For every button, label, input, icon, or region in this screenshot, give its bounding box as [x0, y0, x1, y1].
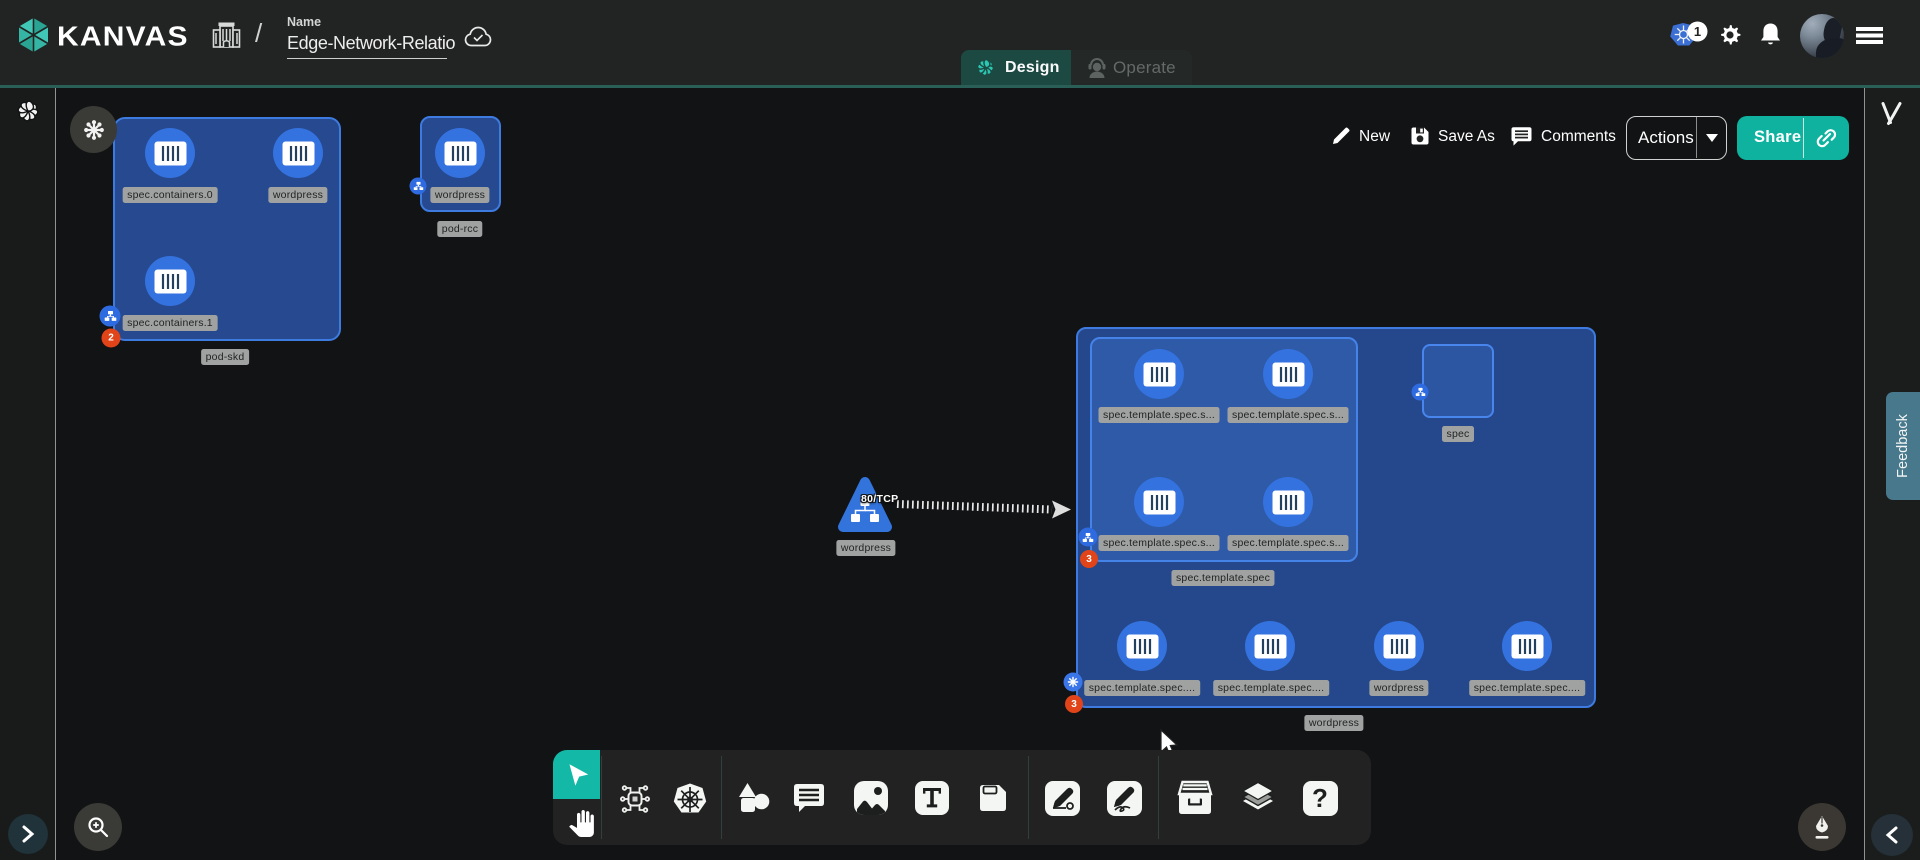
svg-text:1: 1: [1694, 24, 1701, 39]
